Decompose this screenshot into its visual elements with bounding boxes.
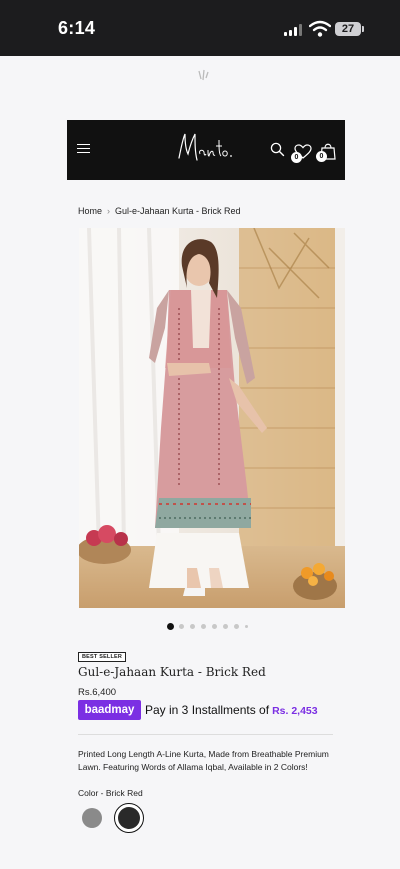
battery-icon: 27 — [335, 22, 361, 36]
product-description: Printed Long Length A-Line Kurta, Made f… — [78, 749, 329, 772]
gallery-dot[interactable] — [179, 624, 184, 629]
wifi-icon — [309, 20, 331, 37]
breadcrumb-current: Gul-e-Jahaan Kurta - Brick Red — [115, 206, 241, 216]
product-image[interactable] — [79, 228, 345, 608]
color-label: Color - Brick Red — [78, 788, 143, 798]
gallery-dot[interactable] — [223, 624, 228, 629]
product-price: Rs.6,400 — [78, 687, 117, 698]
wishlist-count: 0 — [291, 152, 302, 163]
cart-count: 0 — [316, 151, 327, 162]
gallery-dot[interactable] — [212, 624, 217, 629]
product-title: Gul-e-Jahaan Kurta - Brick Red — [78, 665, 266, 679]
best-seller-badge: BEST SELLER — [78, 652, 127, 662]
breadcrumb-separator: › — [107, 206, 111, 216]
status-time: 6:14 — [58, 18, 96, 38]
color-swatch-grey[interactable] — [82, 808, 102, 828]
battery-tip — [362, 26, 364, 32]
breadcrumb-home[interactable]: Home — [78, 206, 102, 216]
gallery-dot[interactable] — [167, 623, 174, 630]
gallery-dot[interactable] — [190, 624, 195, 629]
installment-text: Pay in 3 Installments of Rs. 2,453 — [145, 703, 318, 717]
gallery-dot[interactable] — [245, 625, 248, 628]
site-header: 0 0 — [67, 120, 345, 180]
gallery-dot[interactable] — [201, 624, 206, 629]
loading-icon — [198, 69, 209, 81]
brand-logo[interactable] — [175, 128, 235, 170]
section-divider — [78, 734, 333, 735]
baadmay-logo[interactable]: baadmay — [78, 700, 141, 720]
gallery-dot[interactable] — [234, 624, 239, 629]
product-photo — [79, 228, 345, 608]
signal-icon — [284, 24, 304, 36]
wishlist-button[interactable]: 0 — [291, 142, 313, 163]
installment-label: Pay in 3 Installments of — [145, 703, 270, 717]
cart-button[interactable]: 0 — [316, 141, 337, 162]
breadcrumb: Home › Gul-e-Jahaan Kurta - Brick Red — [78, 206, 241, 216]
color-swatch-brick-red — [118, 807, 140, 829]
search-icon[interactable] — [270, 142, 285, 157]
menu-icon[interactable] — [77, 143, 90, 155]
status-bar: 6:14 27 — [0, 0, 400, 56]
installment-amount: Rs. 2,453 — [272, 705, 318, 717]
